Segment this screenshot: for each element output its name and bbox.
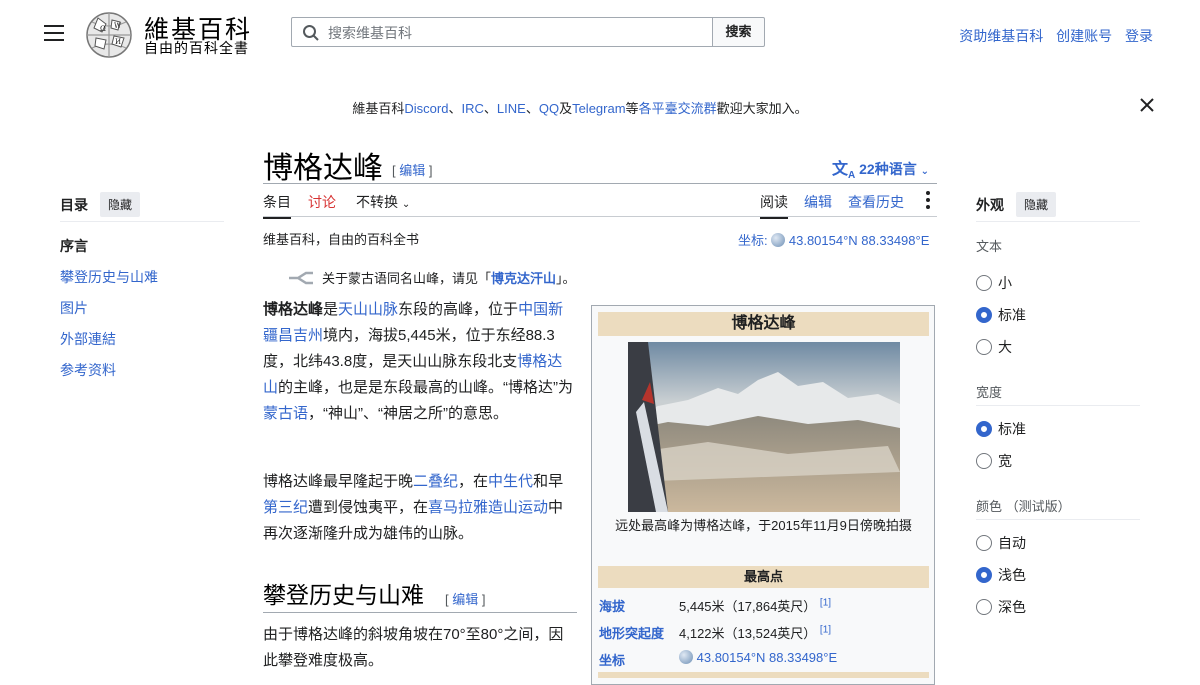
appearance-hide-button[interactable]: 隐藏	[1016, 192, 1057, 217]
hamburger-icon	[44, 25, 64, 27]
toc-item-external-links[interactable]: 外部連結	[60, 329, 116, 349]
tab-edit[interactable]: 编辑	[804, 192, 832, 212]
tab-read[interactable]: 阅读	[760, 192, 788, 219]
translate-icon: 文A	[832, 161, 856, 182]
login-link[interactable]: 登录	[1125, 28, 1153, 44]
irc-link[interactable]: IRC	[462, 101, 484, 116]
user-links: 资助维基百科 创建账号 登录	[950, 26, 1153, 46]
tab-history[interactable]: 查看历史	[848, 192, 904, 212]
divider	[976, 519, 1140, 520]
wikipedia-globe-logo[interactable]: Ω W И	[84, 10, 134, 58]
lead-paragraph: 博格达峰是天山山脉东段的高峰，位于中国新疆昌吉州境内，海拔5,445米，位于东经…	[263, 301, 574, 422]
site-notice: 維基百科Discord、IRC、LINE、QQ及Telegram等各平臺交流群歡…	[352, 101, 808, 116]
infobox-title: 博格达峰	[598, 312, 929, 336]
more-actions-icon[interactable]	[926, 191, 930, 212]
text-size-small[interactable]: 小	[976, 273, 1012, 293]
radio-icon[interactable]	[976, 307, 992, 323]
toc-title: 目录	[60, 197, 88, 213]
appearance-title: 外观	[976, 197, 1004, 213]
globe-icon	[679, 650, 693, 664]
infobox-value-coordinates[interactable]: 43.80154°N 88.33498°E	[679, 650, 837, 665]
text-size-large[interactable]: 大	[976, 337, 1012, 357]
main-menu-button[interactable]	[44, 25, 64, 41]
community-link[interactable]: 各平臺交流群	[639, 101, 717, 116]
hatnote: 关于蒙古语同名山峰，请见「博克达汗山」。	[288, 268, 576, 287]
text-size-label: 文本	[976, 239, 1003, 254]
search-button[interactable]: 搜索	[713, 17, 765, 47]
color-label: 颜色 （测试版）	[976, 499, 1071, 514]
radio-icon[interactable]	[976, 453, 992, 469]
search-box[interactable]	[291, 17, 713, 47]
paragraph: 博格达峰最早隆起于晚二叠纪，在中生代和早第三纪遭到侵蚀夷平，在喜马拉雅造山运动中…	[263, 473, 564, 542]
svg-text:Ω: Ω	[100, 25, 106, 33]
close-icon[interactable]	[1139, 97, 1155, 113]
toc-item-references[interactable]: 参考资料	[60, 360, 116, 380]
radio-icon[interactable]	[976, 599, 992, 615]
telegram-link[interactable]: Telegram	[572, 101, 625, 116]
color-auto[interactable]: 自动	[976, 533, 1026, 553]
chevron-down-icon: ⌄	[401, 199, 411, 210]
globe-icon	[771, 233, 786, 247]
search-input[interactable]	[326, 21, 700, 45]
toc-item-history[interactable]: 攀登历史与山难	[60, 267, 158, 287]
create-account-link[interactable]: 创建账号	[1056, 28, 1112, 44]
page-title: 博格达峰	[263, 151, 383, 186]
color-dark[interactable]: 深色	[976, 597, 1026, 617]
divider	[263, 612, 577, 613]
title-edit: [ 编辑 ]	[392, 163, 433, 178]
radio-icon[interactable]	[976, 567, 992, 583]
mountain-photo[interactable]	[628, 342, 900, 512]
site-subtitle: 维基百科，自由的百科全书	[263, 232, 420, 247]
radio-icon[interactable]	[976, 275, 992, 291]
infobox-section-header: 最高点	[598, 566, 929, 588]
language-button[interactable]: 文A 22种语言 ⌄	[832, 155, 929, 181]
reference-link[interactable]: [1]	[820, 598, 831, 609]
divider	[263, 183, 937, 184]
disambiguation-icon	[289, 271, 313, 285]
variant-dropdown[interactable]: 不转换 ⌄	[356, 192, 410, 212]
toc-item-intro[interactable]: 序言	[60, 236, 88, 256]
divider	[263, 216, 937, 217]
divider	[976, 405, 1140, 406]
toc-hide-button[interactable]: 隐藏	[100, 192, 141, 217]
infobox-value-elevation: 5,445米（17,864英尺） [1]	[679, 597, 832, 614]
width-wide[interactable]: 宽	[976, 451, 1012, 471]
section-paragraph: 由于博格达峰的斜坡角坡在70°至80°之间，因此攀登难度极高。	[263, 626, 564, 669]
infobox-section-header	[598, 672, 929, 678]
radio-icon[interactable]	[976, 535, 992, 551]
radio-icon[interactable]	[976, 339, 992, 355]
radio-icon[interactable]	[976, 421, 992, 437]
section-heading: 攀登历史与山难	[263, 583, 424, 609]
image-caption: 远处最高峰为博格达峰，于2015年11月9日傍晚拍摄	[615, 518, 912, 533]
tab-talk[interactable]: 讨论	[308, 192, 336, 212]
discord-link[interactable]: Discord	[404, 101, 448, 116]
chevron-down-icon: ⌄	[920, 166, 929, 177]
line-link[interactable]: LINE	[497, 101, 526, 116]
text-size-standard[interactable]: 标准	[976, 305, 1026, 325]
donate-link[interactable]: 资助维基百科	[959, 28, 1043, 44]
divider	[976, 221, 1140, 222]
hatnote-link[interactable]: 博克达汗山	[491, 271, 556, 286]
infobox-label-coordinates[interactable]: 坐标	[599, 650, 625, 669]
infobox-label-elevation[interactable]: 海拔	[599, 596, 625, 615]
qq-link[interactable]: QQ	[539, 101, 559, 116]
width-standard[interactable]: 标准	[976, 419, 1026, 439]
width-label: 宽度	[976, 385, 1003, 400]
section-edit: [ 编辑 ]	[445, 592, 486, 607]
edit-section-link[interactable]: 编辑	[452, 592, 478, 607]
infobox-value-prominence: 4,122米（13,524英尺） [1]	[679, 624, 832, 641]
tab-article[interactable]: 条目	[263, 192, 291, 219]
divider	[60, 221, 224, 222]
svg-text:И: И	[115, 38, 121, 46]
coordinates[interactable]: 坐标: 43.80154°N 88.33498°E	[738, 230, 929, 249]
svg-text:W: W	[114, 22, 122, 30]
toc-item-images[interactable]: 图片	[60, 298, 88, 318]
infobox-label-prominence[interactable]: 地形突起度	[599, 623, 664, 642]
color-light[interactable]: 浅色	[976, 565, 1026, 585]
edit-title-link[interactable]: 编辑	[399, 163, 425, 178]
search-icon	[303, 25, 319, 41]
reference-link[interactable]: [1]	[820, 625, 831, 636]
site-tagline[interactable]: 自由的百科全書	[144, 38, 249, 58]
